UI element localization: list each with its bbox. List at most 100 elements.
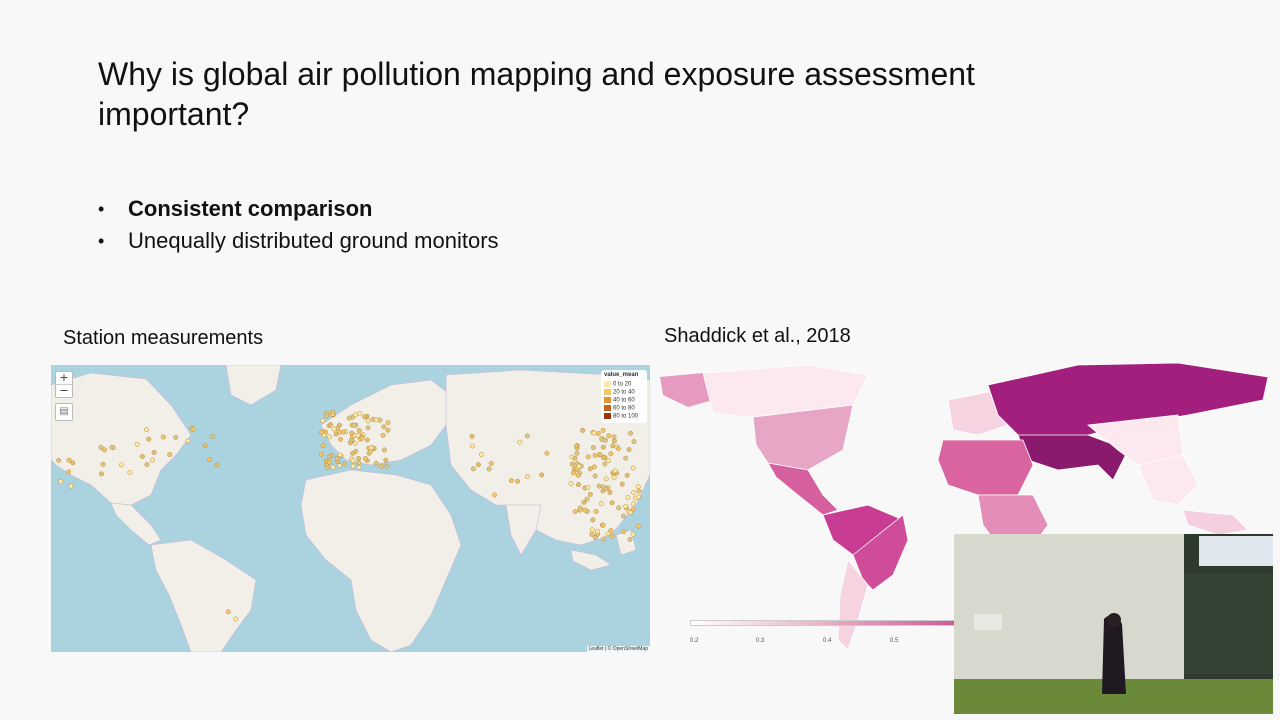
station-dot[interactable] (591, 430, 597, 436)
station-dot[interactable] (365, 425, 371, 431)
station-dot[interactable] (346, 415, 352, 421)
station-dot[interactable] (334, 456, 340, 461)
station-dot[interactable] (134, 441, 140, 447)
station-dot[interactable] (368, 445, 374, 451)
station-dot[interactable] (623, 455, 629, 461)
station-dot[interactable] (544, 450, 550, 456)
station-dot[interactable] (350, 458, 356, 464)
station-dot[interactable] (68, 483, 74, 489)
station-dot[interactable] (576, 463, 582, 469)
station-dot[interactable] (167, 452, 173, 457)
station-dot[interactable] (144, 427, 150, 432)
station-dot[interactable] (585, 454, 591, 460)
station-dot[interactable] (517, 439, 523, 445)
station-dot[interactable] (66, 457, 72, 463)
station-dot[interactable] (356, 456, 362, 461)
station-dot[interactable] (225, 609, 231, 615)
station-dot[interactable] (615, 446, 621, 451)
station-dot[interactable] (488, 460, 494, 466)
station-dot[interactable] (621, 513, 626, 519)
station-dot[interactable] (353, 412, 359, 418)
station-dot[interactable] (619, 481, 625, 487)
station-dot[interactable] (627, 510, 633, 516)
station-dot[interactable] (359, 435, 365, 441)
station-dot[interactable] (612, 468, 618, 474)
station-dot[interactable] (630, 531, 636, 537)
station-dot[interactable] (595, 431, 601, 436)
station-map[interactable]: + − ▤ value_mean 0 to 20 20 to 40 40 to … (51, 365, 650, 652)
station-dot[interactable] (319, 451, 325, 457)
station-dot[interactable] (320, 418, 326, 424)
station-dot[interactable] (602, 437, 608, 443)
station-dot[interactable] (585, 484, 591, 490)
station-dot[interactable] (635, 484, 641, 490)
station-dot[interactable] (628, 430, 634, 436)
station-dot[interactable] (600, 484, 606, 490)
station-dot[interactable] (173, 434, 179, 440)
station-dot[interactable] (383, 457, 389, 463)
station-dot[interactable] (525, 474, 530, 480)
station-dot[interactable] (572, 455, 578, 461)
station-dot[interactable] (207, 457, 213, 462)
station-dot[interactable] (331, 426, 337, 432)
station-dot[interactable] (598, 501, 604, 507)
station-dot[interactable] (470, 466, 476, 472)
station-dot[interactable] (326, 459, 332, 465)
station-dot[interactable] (470, 443, 475, 449)
station-dot[interactable] (593, 508, 599, 514)
station-dot[interactable] (584, 496, 590, 502)
station-dot[interactable] (580, 427, 586, 433)
station-dot[interactable] (602, 461, 608, 467)
station-dot[interactable] (362, 414, 368, 420)
station-dot[interactable] (624, 472, 630, 478)
station-dot[interactable] (356, 428, 362, 433)
station-dot[interactable] (160, 434, 166, 440)
station-dot[interactable] (233, 616, 239, 622)
station-dot[interactable] (577, 505, 583, 511)
station-dot[interactable] (606, 458, 612, 464)
station-dot[interactable] (384, 463, 390, 469)
station-dot[interactable] (625, 495, 631, 501)
station-dot[interactable] (469, 433, 475, 439)
station-dot[interactable] (601, 536, 607, 542)
station-dot[interactable] (330, 409, 335, 415)
station-dot[interactable] (611, 434, 617, 440)
zoom-in-button[interactable]: + (56, 372, 72, 384)
station-dot[interactable] (597, 452, 603, 458)
station-dot[interactable] (574, 450, 580, 456)
station-dot[interactable] (610, 443, 616, 449)
station-dot[interactable] (66, 469, 72, 475)
station-dot[interactable] (373, 417, 379, 423)
map-attribution[interactable]: Leaflet | © OpenStreetMap (586, 646, 650, 652)
station-dot[interactable] (609, 500, 615, 506)
station-dot[interactable] (328, 422, 333, 427)
station-dot[interactable] (478, 452, 484, 457)
station-dot[interactable] (353, 448, 359, 454)
station-dot[interactable] (592, 453, 598, 458)
station-dot[interactable] (319, 429, 324, 435)
station-dot[interactable] (621, 529, 627, 535)
station-dot[interactable] (539, 472, 545, 478)
station-dot[interactable] (635, 494, 641, 500)
zoom-out-button[interactable]: − (56, 384, 72, 397)
station-dot[interactable] (630, 501, 636, 507)
station-dot[interactable] (591, 464, 597, 470)
station-dot[interactable] (600, 444, 606, 450)
station-dot[interactable] (151, 450, 157, 455)
station-dot[interactable] (611, 475, 617, 480)
station-dot[interactable] (190, 426, 196, 432)
station-dot[interactable] (475, 462, 481, 468)
station-dot[interactable] (98, 471, 104, 477)
station-dot[interactable] (575, 472, 581, 478)
station-dot[interactable] (600, 522, 606, 528)
station-dot[interactable] (320, 443, 326, 449)
station-dot[interactable] (364, 437, 370, 443)
station-dot[interactable] (596, 483, 602, 489)
station-dot[interactable] (356, 460, 362, 466)
station-dot[interactable] (210, 433, 216, 439)
station-dot[interactable] (508, 478, 514, 483)
station-dot[interactable] (594, 529, 600, 534)
station-dot[interactable] (635, 523, 641, 529)
station-dot[interactable] (607, 489, 613, 495)
station-dot[interactable] (571, 470, 576, 476)
